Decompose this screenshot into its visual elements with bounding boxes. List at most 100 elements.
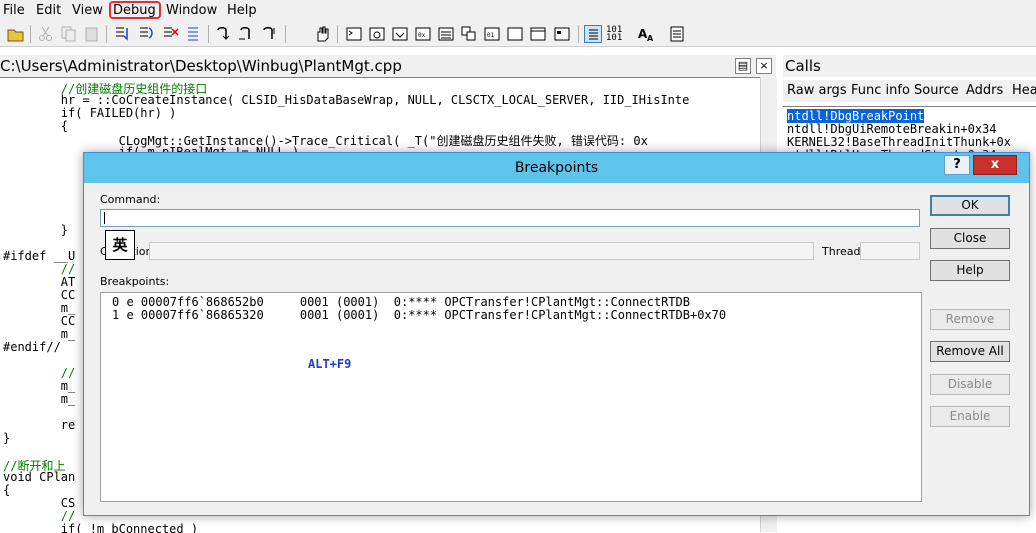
dialog-body: Command: 英 Condition: Thread: Breakpoint…	[91, 184, 1022, 508]
close-button[interactable]: Close	[930, 228, 1010, 249]
code-line: {	[3, 483, 11, 497]
shortcut-annotation: ALT+F9	[308, 357, 352, 371]
run-to-cursor-icon[interactable]	[260, 25, 278, 43]
source-file-path: C:\Users\Administrator\Desktop\Winbug\Pl…	[0, 57, 402, 75]
list-icon[interactable]	[185, 25, 203, 43]
code-line: {	[3, 119, 69, 133]
help-icon[interactable]: ?	[944, 155, 970, 175]
code-line: void CPlan	[3, 470, 76, 484]
locals-window-icon[interactable]	[391, 25, 409, 43]
code-line: #ifdef __U	[3, 249, 76, 263]
menu-help[interactable]: Help	[227, 3, 257, 18]
open-folder-icon[interactable]	[7, 25, 25, 43]
remove-all-button[interactable]: Remove All	[930, 341, 1010, 362]
code-line: CS	[3, 496, 76, 510]
disassembly-window-icon[interactable]: 01	[483, 25, 501, 43]
calls-window-title: Calls	[785, 57, 821, 75]
dialog-title: Breakpoints	[514, 160, 599, 176]
thread-input[interactable]	[860, 242, 920, 260]
menu-file[interactable]: File	[3, 3, 25, 18]
toolbar-separator	[578, 25, 579, 43]
call-stack-row[interactable]: KERNEL32!BaseThreadInitThunk+0x	[787, 135, 1011, 149]
breakpoints-dialog: Breakpoints ? x Command: 英 Condition: Th…	[83, 152, 1030, 516]
calls-window-titlebar: Calls	[783, 55, 1036, 77]
copy-icon[interactable]	[60, 25, 78, 43]
breakpoint-row[interactable]: 0 e 00007ff6`868652b0 0001 (0001) 0:****…	[112, 295, 690, 309]
memory-window-icon[interactable]	[437, 25, 455, 43]
command-window-icon[interactable]	[345, 25, 363, 43]
text-caret	[104, 212, 105, 224]
close-icon[interactable]: x	[973, 155, 1017, 175]
code-line: m_	[3, 327, 76, 341]
step-over-icon[interactable]	[137, 25, 155, 43]
toolbar-separator	[337, 25, 338, 43]
source-window-menu-icon[interactable]: ▤	[735, 58, 751, 74]
ime-indicator: 英	[105, 230, 135, 260]
svg-text:01: 01	[487, 32, 495, 39]
menu-window[interactable]: Window	[166, 3, 217, 18]
code-line: m_	[3, 392, 76, 406]
code-line: hr = ::CoCreateInstance( CLSID_HisDataBa…	[3, 93, 690, 107]
disable-button[interactable]: Disable	[930, 374, 1010, 395]
options-icon[interactable]	[668, 25, 686, 43]
toolbar: 0x 01 101 101 AA	[0, 22, 1036, 47]
code-line: //	[3, 262, 76, 276]
code-line: }	[3, 223, 69, 237]
code-line: if( !m_bConnected )	[3, 522, 199, 533]
remove-button[interactable]: Remove	[930, 309, 1010, 330]
condition-input[interactable]	[149, 242, 814, 260]
tab-raw-args[interactable]: Raw args	[787, 83, 847, 98]
toolbar-separator	[208, 25, 209, 43]
scratch-pad-icon[interactable]	[506, 25, 524, 43]
code-line: //	[3, 509, 76, 523]
binary-icon[interactable]: 101 101	[606, 25, 624, 43]
breakpoints-label: Breakpoints:	[100, 275, 170, 288]
tab-func-info[interactable]: Func info	[851, 83, 910, 98]
toolbar-separator	[285, 25, 286, 43]
command-input[interactable]	[100, 209, 920, 227]
help-button[interactable]: Help	[930, 260, 1010, 281]
svg-text:A: A	[647, 34, 654, 43]
source-mode-icon[interactable]	[553, 25, 571, 43]
hand-icon[interactable]	[313, 25, 331, 43]
svg-text:0x: 0x	[418, 32, 426, 39]
tab-source[interactable]: Source	[914, 83, 959, 98]
watch-window-icon[interactable]	[368, 25, 386, 43]
breakpoint-row[interactable]: 1 e 00007ff6`86865320 0001 (0001) 0:****…	[112, 308, 726, 322]
step-out-icon[interactable]	[214, 25, 232, 43]
menu-bar: File Edit View Debug Window Help	[0, 0, 1036, 22]
code-line: m_	[3, 301, 76, 315]
debug-menu-highlight	[109, 1, 161, 19]
processes-window-icon[interactable]	[529, 25, 547, 43]
code-line: //	[3, 366, 76, 380]
source-toggle-icon[interactable]	[584, 25, 602, 43]
thread-label: Thread:	[822, 245, 865, 258]
toolbar-separator	[30, 25, 31, 43]
command-label: Command:	[100, 193, 161, 206]
code-line: if( FAILED(hr) )	[3, 106, 177, 120]
call-stack-row[interactable]: ntdll!DbgBreakPoint	[787, 109, 925, 123]
step-branch-icon[interactable]	[237, 25, 255, 43]
breakpoints-list[interactable]: 0 e 00007ff6`868652b0 0001 (0001) 0:****…	[100, 292, 922, 502]
code-line: #endif//	[3, 340, 61, 354]
code-line: CC	[3, 288, 76, 302]
call-stack-row[interactable]: ntdll!DbgUiRemoteBreakin+0x34	[787, 122, 997, 136]
tab-head[interactable]: Head	[1012, 83, 1036, 98]
tab-addrs[interactable]: Addrs	[966, 83, 1003, 98]
cut-icon[interactable]	[37, 25, 55, 43]
source-window-close-button[interactable]: ×	[756, 58, 772, 74]
menu-edit[interactable]: Edit	[36, 3, 61, 18]
menu-view[interactable]: View	[72, 3, 103, 18]
call-stack-window-icon[interactable]	[460, 25, 478, 43]
code-line: }	[3, 431, 11, 445]
ok-button[interactable]: OK	[930, 195, 1010, 216]
step-into-icon[interactable]	[113, 25, 131, 43]
remove-breakpoint-icon[interactable]	[161, 25, 179, 43]
enable-button[interactable]: Enable	[930, 406, 1010, 427]
font-icon[interactable]: AA	[638, 25, 656, 43]
code-line: m_	[3, 379, 76, 393]
code-line: AT	[3, 275, 76, 289]
code-line: CC	[3, 314, 76, 328]
paste-icon[interactable]	[83, 25, 101, 43]
registers-window-icon[interactable]: 0x	[414, 25, 432, 43]
